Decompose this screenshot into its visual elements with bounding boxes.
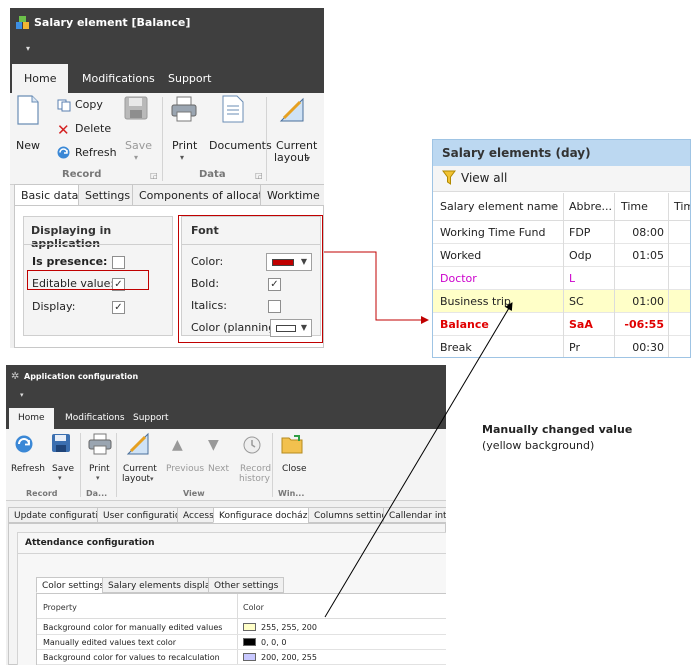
- annotation-arrows: [324, 251, 513, 618]
- black-connector-arrow: [324, 302, 513, 618]
- red-connector-arrow: [324, 251, 429, 324]
